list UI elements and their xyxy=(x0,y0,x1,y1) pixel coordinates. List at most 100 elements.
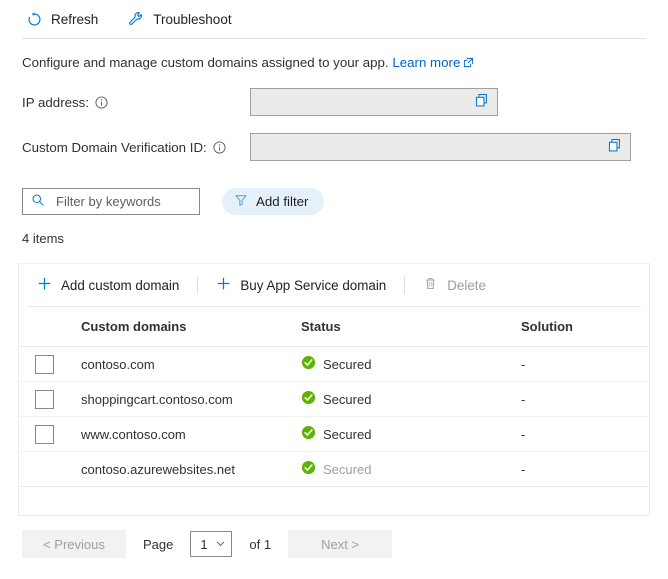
verification-id-field[interactable] xyxy=(250,133,631,161)
domain-info-fields: IP address: Cus xyxy=(0,73,668,162)
table-row[interactable]: contoso.com Secured - xyxy=(19,347,649,382)
table-row: contoso.azurewebsites.net Secured - xyxy=(19,452,649,487)
select-all-header xyxy=(19,307,81,347)
check-circle-icon xyxy=(301,425,316,443)
status-label: Secured xyxy=(323,427,371,442)
status-badge: Secured xyxy=(301,460,521,478)
items-count: 4 items xyxy=(0,215,668,246)
row-checkbox-cell xyxy=(19,347,81,382)
search-box[interactable] xyxy=(22,188,200,215)
search-icon xyxy=(31,193,45,210)
info-icon[interactable] xyxy=(213,141,226,154)
table-body: contoso.com Secured - xyxy=(19,347,649,487)
page-description: Configure and manage custom domains assi… xyxy=(0,39,668,73)
funnel-icon xyxy=(234,193,248,210)
add-custom-domain-label: Add custom domain xyxy=(61,278,179,293)
status-label: Secured xyxy=(323,462,371,477)
table-header-row: Custom domains Status Solution xyxy=(19,307,649,347)
ip-address-label-group: IP address: xyxy=(0,95,250,110)
header-solution: Solution xyxy=(521,307,649,347)
table-command-bar: Add custom domain Buy App Service domain… xyxy=(19,264,649,306)
row-status-cell: Secured xyxy=(301,417,521,452)
page-number-value: 1 xyxy=(200,537,207,552)
refresh-label: Refresh xyxy=(51,12,98,27)
plus-icon xyxy=(216,276,231,294)
custom-domain-verification-id-row: Custom Domain Verification ID: xyxy=(0,132,668,162)
command-separator xyxy=(197,276,198,294)
page-command-toolbar: Refresh Troubleshoot xyxy=(0,0,668,38)
copy-icon xyxy=(607,138,622,156)
external-link-icon xyxy=(463,55,474,73)
check-circle-icon xyxy=(301,460,316,478)
delete-button: Delete xyxy=(415,272,494,298)
row-checkbox[interactable] xyxy=(35,355,54,374)
row-status-cell: Secured xyxy=(301,347,521,382)
buy-app-service-domain-label: Buy App Service domain xyxy=(240,278,386,293)
check-circle-icon xyxy=(301,390,316,408)
row-domain: contoso.azurewebsites.net xyxy=(81,452,301,487)
info-icon[interactable] xyxy=(95,96,108,109)
add-filter-button[interactable]: Add filter xyxy=(222,188,324,215)
custom-domains-table: Custom domains Status Solution contoso.c… xyxy=(19,307,649,487)
ip-address-row: IP address: xyxy=(0,87,668,117)
next-page-button: Next > xyxy=(288,530,392,558)
page-total-label: of 1 xyxy=(249,537,271,552)
row-domain: shoppingcart.contoso.com xyxy=(81,382,301,417)
learn-more-link[interactable]: Learn more xyxy=(392,55,460,70)
buy-app-service-domain-button[interactable]: Buy App Service domain xyxy=(208,272,394,298)
filter-toolbar: Add filter xyxy=(0,177,668,215)
page-label: Page xyxy=(143,537,173,552)
refresh-icon xyxy=(26,11,42,27)
row-checkbox-cell xyxy=(19,452,81,487)
row-status-cell: Secured xyxy=(301,382,521,417)
status-badge: Secured xyxy=(301,390,521,408)
row-status-cell: Secured xyxy=(301,452,521,487)
search-input[interactable] xyxy=(54,193,193,210)
row-domain: www.contoso.com xyxy=(81,417,301,452)
chevron-down-icon xyxy=(215,537,226,552)
table-header: Custom domains Status Solution xyxy=(19,307,649,347)
check-circle-icon xyxy=(301,355,316,373)
troubleshoot-label: Troubleshoot xyxy=(153,12,231,27)
copy-verification-id-button[interactable] xyxy=(602,135,626,159)
row-solution: - xyxy=(521,452,649,487)
status-badge: Secured xyxy=(301,355,521,373)
pagination-bar: < Previous Page 1 of 1 Next > xyxy=(0,516,668,558)
verification-id-label: Custom Domain Verification ID: xyxy=(22,140,207,155)
status-badge: Secured xyxy=(301,425,521,443)
status-label: Secured xyxy=(323,357,371,372)
header-status: Status xyxy=(301,307,521,347)
status-label: Secured xyxy=(323,392,371,407)
row-solution: - xyxy=(521,347,649,382)
copy-icon xyxy=(474,93,489,111)
delete-label: Delete xyxy=(447,278,486,293)
troubleshoot-button[interactable]: Troubleshoot xyxy=(124,8,235,30)
row-checkbox-cell xyxy=(19,417,81,452)
verification-id-label-group: Custom Domain Verification ID: xyxy=(0,140,250,155)
plus-icon xyxy=(37,276,52,294)
learn-more-label: Learn more xyxy=(392,55,460,70)
page-number-select[interactable]: 1 xyxy=(190,531,232,557)
row-checkbox[interactable] xyxy=(35,390,54,409)
description-text: Configure and manage custom domains assi… xyxy=(22,55,389,70)
copy-ip-address-button[interactable] xyxy=(469,90,493,114)
ip-address-field[interactable] xyxy=(250,88,498,116)
header-custom-domains: Custom domains xyxy=(81,307,301,347)
ip-address-label: IP address: xyxy=(22,95,89,110)
refresh-button[interactable]: Refresh xyxy=(22,8,102,30)
table-row[interactable]: www.contoso.com Secured - xyxy=(19,417,649,452)
trash-icon xyxy=(423,276,438,294)
table-footer-space xyxy=(19,487,649,515)
command-separator xyxy=(404,276,405,294)
add-filter-label: Add filter xyxy=(256,194,308,209)
previous-page-button: < Previous xyxy=(22,530,126,558)
wrench-icon xyxy=(128,11,144,27)
add-custom-domain-button[interactable]: Add custom domain xyxy=(29,272,187,298)
domains-table-card: Add custom domain Buy App Service domain… xyxy=(18,263,650,516)
row-checkbox[interactable] xyxy=(35,425,54,444)
row-solution: - xyxy=(521,382,649,417)
row-solution: - xyxy=(521,417,649,452)
table-row[interactable]: shoppingcart.contoso.com Secured - xyxy=(19,382,649,417)
row-domain: contoso.com xyxy=(81,347,301,382)
row-checkbox-cell xyxy=(19,382,81,417)
